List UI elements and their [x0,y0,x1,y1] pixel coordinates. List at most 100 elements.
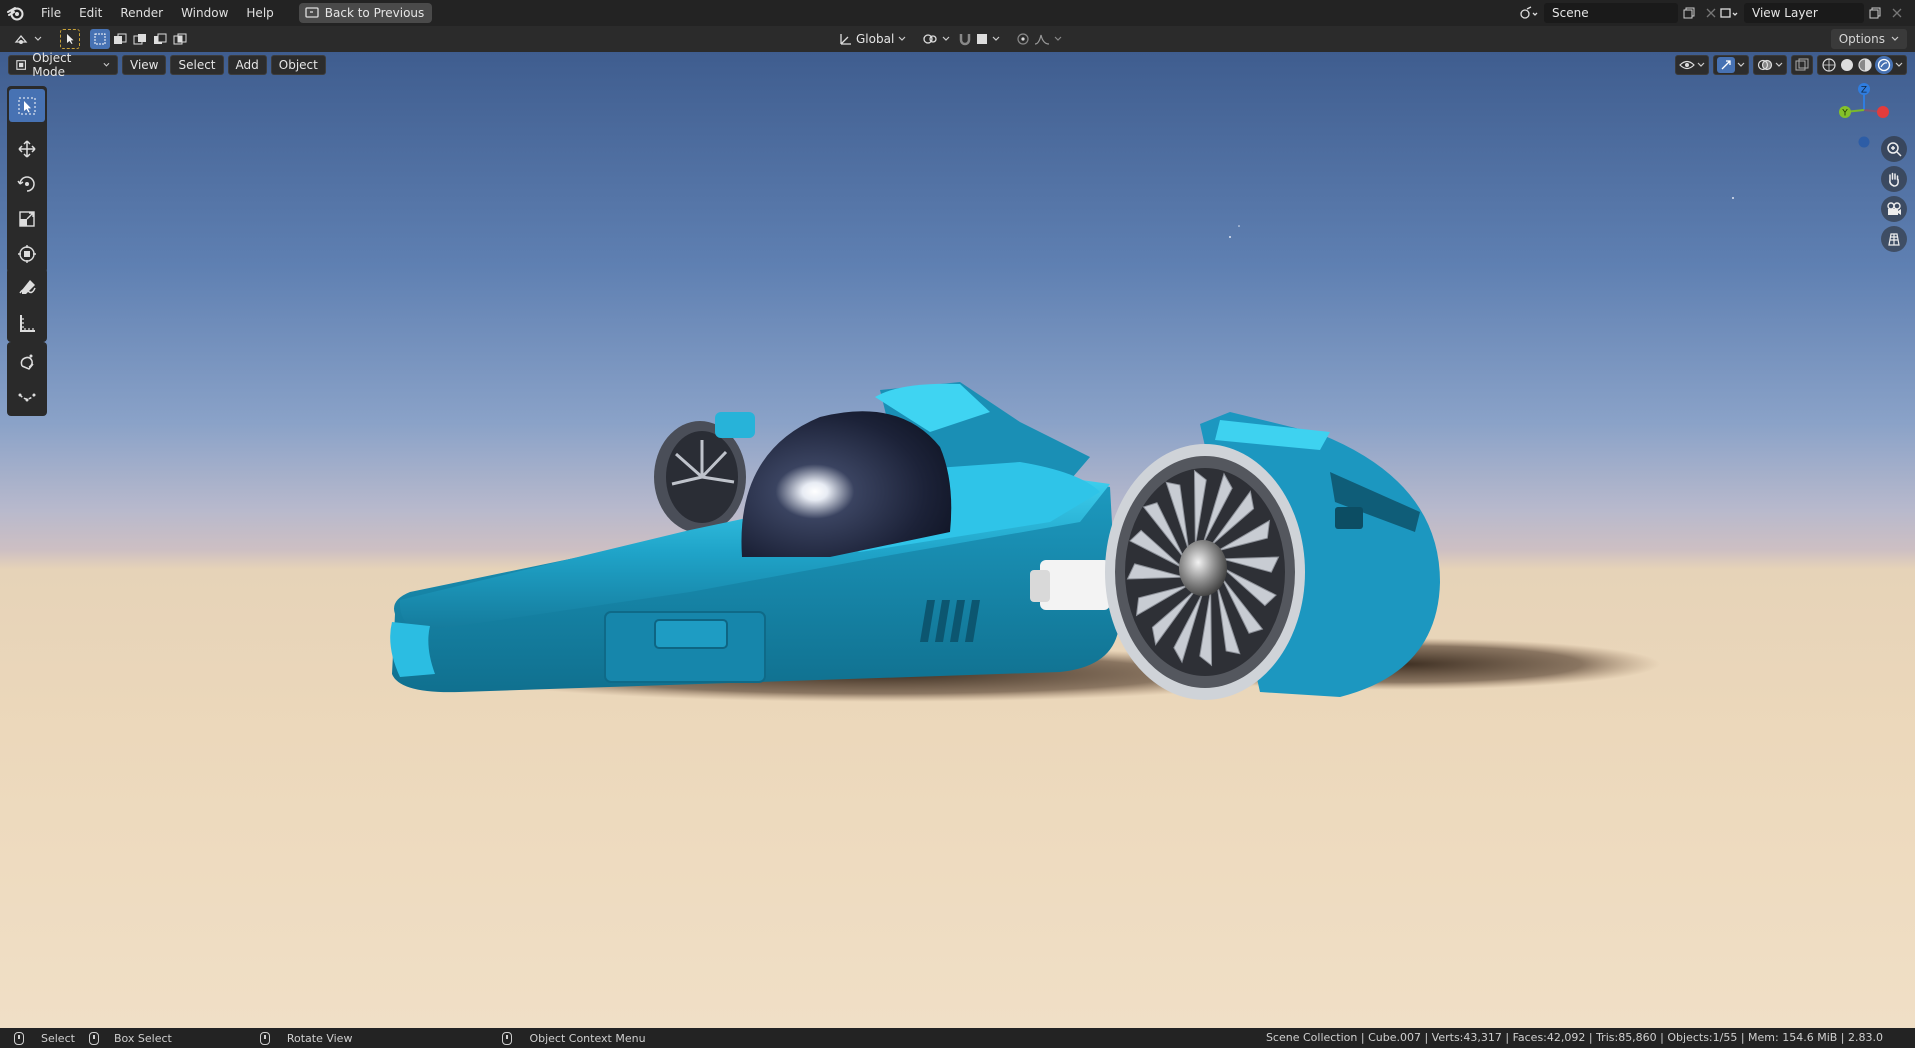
tool-select-icon[interactable] [60,29,80,49]
status-select-label: Select [41,1031,75,1045]
y-axis-label: Y [1841,109,1848,119]
camera-view-icon[interactable] [1881,196,1907,222]
rendered-vehicle-scene [390,197,1734,702]
delete-view-layer-icon[interactable] [1886,3,1908,23]
select-menu[interactable]: Select [170,55,224,75]
chevron-down-icon [1737,62,1745,67]
menu-window[interactable]: Window [172,0,237,26]
add-menu[interactable]: Add [227,55,267,75]
eye-icon [1679,60,1695,70]
overlays-toggle[interactable] [1753,55,1787,75]
scene-selector: Scene [1518,3,1722,23]
options-label: Options [1838,32,1885,46]
neg-z-axis-handle[interactable] [1858,136,1870,148]
object-menu[interactable]: Object [270,55,326,75]
mouse-middle-icon [259,1031,270,1045]
menu-render[interactable]: Render [111,0,172,26]
editor-type-dropdown[interactable] [10,29,46,49]
chevron-down-icon[interactable] [1895,62,1903,68]
pivot-icon [923,34,937,44]
add-cube-tool-icon[interactable] [9,345,45,378]
back-to-previous-button[interactable]: Back to Previous [298,3,433,23]
mode-subtract-selection-icon[interactable] [130,29,150,49]
transform-orientation-label: Global [856,32,895,46]
scale-tool-icon[interactable] [9,202,45,235]
3d-viewport[interactable]: Object Mode View Select Add Object Z Y [0,52,1915,1028]
status-context-menu-label: Object Context Menu [529,1031,646,1045]
screen-back-icon [305,7,319,18]
xray-toggle[interactable] [1791,55,1813,75]
viewport-header: Object Mode View Select Add Object [8,52,326,79]
view-layer-selector: View Layer [1718,3,1908,23]
mode-extend-selection-icon[interactable] [110,29,130,49]
tool-settings-bar: Global Options [0,26,1915,52]
view-layer-browse-icon[interactable] [1718,3,1740,23]
proportional-editing-toggle[interactable] [1012,29,1066,49]
zoom-icon[interactable] [1881,136,1907,162]
shading-mode-buttons [1817,55,1907,75]
scene-browse-icon[interactable] [1518,3,1540,23]
toolbar-add-group [7,342,47,416]
scene-statistics: Scene Collection | Cube.007 | Verts:43,3… [1265,1031,1883,1044]
annotate-tool-icon[interactable] [9,271,45,304]
menu-edit[interactable]: Edit [70,0,111,26]
move-tool-icon[interactable] [9,132,45,165]
status-context-menu-hint: Object Context Menu [502,1031,646,1045]
mode-difference-selection-icon[interactable] [150,29,170,49]
z-axis-label: Z [1861,86,1867,96]
xray-icon [1795,58,1809,71]
chevron-down-icon [34,36,42,41]
chevron-down-icon [1775,62,1783,67]
status-select-hint: Select [14,1031,75,1045]
chevron-down-icon [1054,36,1062,41]
mouse-left-icon [14,1031,24,1045]
status-box-select-label: Box Select [113,1031,172,1045]
menu-help[interactable]: Help [237,0,282,26]
top-menu-bar: File Edit Render Window Help Back to Pre… [0,0,1915,26]
pivot-point-dropdown[interactable] [918,29,954,49]
rotate-tool-icon[interactable] [9,167,45,200]
material-preview-shading-icon[interactable] [1857,57,1873,73]
overlays-icon [1757,59,1773,71]
mode-new-selection-icon[interactable] [90,29,110,49]
x-axis-handle[interactable] [1877,106,1889,118]
status-box-select-hint: Box Select [88,1031,172,1045]
snap-toggle[interactable] [954,29,1004,49]
chevron-down-icon [1697,62,1705,67]
chevron-down-icon [898,36,906,41]
select-box-tool-icon[interactable] [9,89,45,122]
orientation-axes-icon [840,34,851,45]
extrude-tool-icon[interactable] [9,380,45,413]
scene-name-field[interactable]: Scene [1544,3,1678,23]
solid-shading-icon[interactable] [1839,57,1855,73]
wireframe-shading-icon[interactable] [1821,57,1837,73]
perspective-ortho-grid-icon[interactable] [1881,226,1907,252]
visibility-dropdown[interactable] [1675,55,1709,75]
duplicate-view-layer-icon[interactable] [1864,3,1886,23]
gizmo-toggle[interactable] [1713,55,1749,75]
proportional-edit-icon [1017,33,1029,45]
chevron-down-icon [942,36,950,41]
menu-file[interactable]: File [32,0,70,26]
object-mode-icon [16,60,26,70]
chevron-down-icon [1891,36,1899,41]
measure-tool-icon[interactable] [9,306,45,339]
transform-orientation-dropdown[interactable]: Global [834,29,910,49]
toolbar-transform-group [7,129,47,273]
blender-logo-icon[interactable] [0,0,32,26]
status-rotate-view-hint: Rotate View [259,1031,352,1045]
snap-increment-icon [977,34,987,44]
transform-tool-icon[interactable] [9,237,45,270]
object-mode-label: Object Mode [32,52,72,79]
view-layer-name-field[interactable]: View Layer [1744,3,1864,23]
rendered-shading-icon[interactable] [1875,56,1893,74]
object-mode-dropdown[interactable]: Object Mode [8,52,118,79]
toolbar-annotate-group [7,268,47,342]
mode-intersect-selection-icon[interactable] [170,29,190,49]
duplicate-scene-icon[interactable] [1678,3,1700,23]
options-dropdown[interactable]: Options [1830,29,1907,49]
view-menu[interactable]: View [122,55,167,75]
pan-hand-icon[interactable] [1881,166,1907,192]
status-bar: Select Box Select Rotate View Object Con… [0,1028,1915,1048]
magnet-icon [959,34,971,46]
